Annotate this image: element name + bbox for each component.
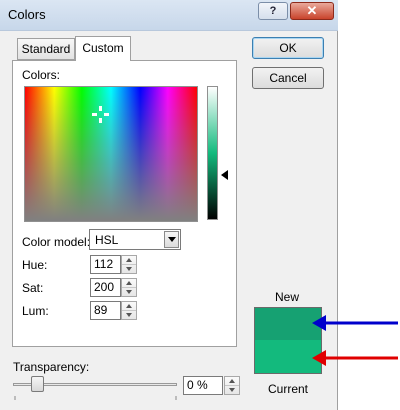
spinner-divider: [122, 310, 136, 311]
sat-spinner[interactable]: [121, 278, 137, 297]
spinner-divider: [122, 264, 136, 265]
blue-annotation-arrow-icon: [312, 315, 398, 331]
hue-spinner[interactable]: [121, 255, 137, 274]
luminance-slider[interactable]: [207, 86, 218, 220]
tab-custom[interactable]: Custom: [75, 36, 131, 61]
transparency-label: Transparency:: [13, 360, 90, 374]
close-icon[interactable]: ✕: [290, 2, 334, 20]
lum-spinner[interactable]: [121, 301, 137, 320]
spin-down-icon[interactable]: [126, 267, 132, 271]
dropdown-arrow-icon: [168, 237, 176, 242]
hue-field[interactable]: 112: [90, 255, 121, 274]
color-model-value: HSL: [95, 233, 119, 247]
sat-field[interactable]: 200: [90, 278, 121, 297]
color-model-label: Color model:: [22, 235, 91, 249]
spinner-divider: [225, 385, 239, 386]
help-icon[interactable]: ?: [258, 2, 288, 20]
luminance-pointer-icon[interactable]: [221, 170, 228, 180]
spin-up-icon[interactable]: [126, 304, 132, 308]
transparency-slider-ticks: [14, 396, 177, 400]
cancel-button[interactable]: Cancel: [252, 67, 324, 89]
spinner-divider: [122, 287, 136, 288]
hue-label: Hue:: [22, 258, 48, 272]
new-color-label: New: [275, 290, 300, 304]
color-spectrum-picker[interactable]: [24, 86, 198, 222]
spin-down-icon[interactable]: [229, 388, 235, 392]
crosshair-icon: [92, 106, 109, 123]
transparency-slider-thumb[interactable]: [31, 376, 44, 392]
ok-button[interactable]: OK: [252, 37, 324, 59]
current-color-label: Current: [268, 382, 309, 396]
colors-label: Colors:: [22, 68, 61, 82]
spin-up-icon[interactable]: [229, 379, 235, 383]
lum-label: Lum:: [22, 304, 49, 318]
spin-up-icon[interactable]: [126, 258, 132, 262]
spin-up-icon[interactable]: [126, 281, 132, 285]
sat-label: Sat:: [22, 281, 44, 295]
lum-field[interactable]: 89: [90, 301, 121, 320]
transparency-spinner[interactable]: [224, 376, 240, 395]
transparency-field[interactable]: 0 %: [183, 376, 223, 395]
red-annotation-arrow-icon: [312, 350, 398, 366]
window-title: Colors: [8, 7, 46, 22]
spin-down-icon[interactable]: [126, 313, 132, 317]
tab-standard[interactable]: Standard: [17, 38, 75, 60]
spin-down-icon[interactable]: [126, 290, 132, 294]
